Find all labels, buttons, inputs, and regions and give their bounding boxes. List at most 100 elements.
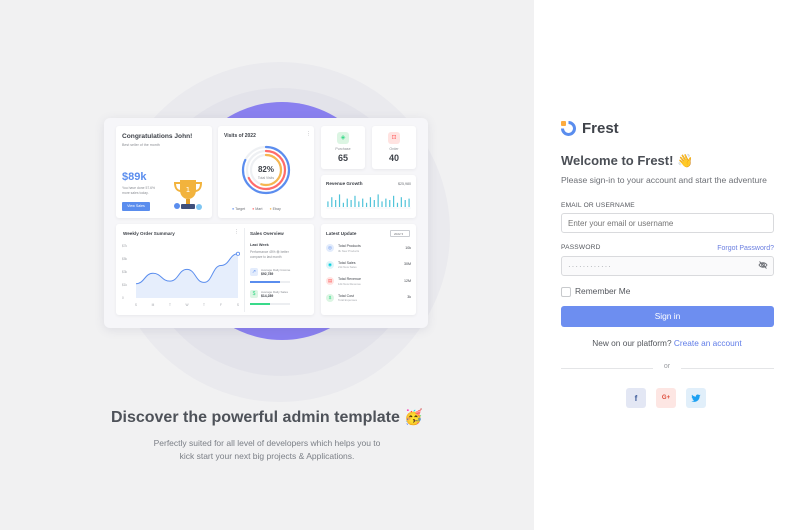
purchase-card: ◈ Purchase 65 <box>321 126 365 169</box>
revenue-value: $25,980 <box>398 182 411 186</box>
sales-week: Last Week <box>250 243 269 247</box>
divider-right <box>681 368 774 369</box>
revenue-bar-chart <box>326 194 411 209</box>
legend-target: ● Target <box>232 207 246 211</box>
visits-legend: ● Target ● Mart ● Ebay <box>232 207 281 211</box>
welcome-title: Welcome to Frest! 👋 <box>561 153 694 168</box>
order-label: Order <box>389 147 399 151</box>
facebook-button[interactable]: f <box>626 388 646 408</box>
welcome-subtitle: Please sign-in to your account and start… <box>561 175 767 185</box>
twitter-button[interactable] <box>686 388 706 408</box>
cart-icon: ⊡ <box>388 132 400 144</box>
remember-label[interactable]: Remember Me <box>575 286 630 296</box>
revenue-bar <box>335 200 337 207</box>
brand[interactable]: Frest <box>561 120 619 137</box>
legend-mart: ● Mart <box>252 207 263 211</box>
revenue-bar <box>393 195 395 207</box>
revenue-bar <box>350 200 352 207</box>
congrats-subtitle: Best seller of the month <box>122 143 160 147</box>
latest-item-sub: Total Expenses <box>338 298 357 302</box>
congrats-note-2: more sales today. <box>122 191 149 195</box>
party-emoji: 🥳 <box>404 409 424 426</box>
weekly-title: Weekly Order Summary <box>123 231 175 236</box>
congrats-note-1: You have done 57.6% <box>122 186 156 190</box>
google-plus-button[interactable]: G+ <box>656 388 676 408</box>
weekly-divider <box>244 228 245 312</box>
revenue-bar <box>408 198 410 207</box>
brand-name: Frest <box>582 120 619 137</box>
weekly-x-label: S <box>135 303 137 307</box>
revenue-bar <box>354 195 356 207</box>
trophy-icon: 1 <box>173 180 203 210</box>
visits-percent-label: Total Visits <box>257 176 275 180</box>
tag-icon: ◈ <box>337 132 349 144</box>
revenue-card: Revenue Growth $25,980 <box>321 175 416 218</box>
sales-item-1-progress <box>250 281 280 283</box>
revenue-bar <box>362 198 364 207</box>
create-account-link[interactable]: Create an account <box>674 338 742 348</box>
weekly-area-chart: $7k $5k $3k $1k 0 S M T W T F S <box>122 244 241 307</box>
dollar-icon: $ <box>250 290 258 298</box>
latest-item-title: Total Products <box>338 244 361 248</box>
visits-more-icon: ⋮ <box>306 131 311 137</box>
visits-title: Visits of 2022 <box>224 133 256 139</box>
password-field[interactable]: ············ <box>561 256 774 276</box>
weekly-more-icon: ⋮ <box>234 229 239 235</box>
weekly-area <box>136 253 238 298</box>
latest-item-icon: $ <box>326 293 334 302</box>
purchase-label: Purchase <box>335 147 351 151</box>
revenue-bar <box>373 200 375 207</box>
sales-item-1-value: $92,789 <box>261 272 274 276</box>
sign-in-button[interactable]: Sign in <box>561 306 774 327</box>
trending-icon: ↗ <box>250 268 258 276</box>
visits-percent: 82% <box>257 165 274 174</box>
weekly-order-card: Weekly Order Summary ⋮ $7k $5k $3k $1k 0 S M T W… <box>116 224 314 315</box>
email-label: EMAIL OR USERNAME <box>561 202 635 209</box>
legend-ebay: ● Ebay <box>269 207 281 211</box>
visits-card: Visits of 2022 ⋮ 82% Total Visits ● Targ… <box>218 126 314 218</box>
latest-item-sub: 12k New Revenue <box>338 281 361 286</box>
latest-item-value: 12M <box>404 278 411 283</box>
revenue-bar <box>404 200 406 207</box>
purchase-value: 65 <box>337 153 348 163</box>
latest-item-sub: 21k New Sales <box>338 265 357 269</box>
weekly-y-label: $1k <box>122 283 128 287</box>
eye-off-icon[interactable] <box>758 260 768 270</box>
latest-item-icon: ◉ <box>326 260 334 269</box>
weekly-x-label: M <box>152 303 155 307</box>
signup-prompt: New on our platform? Create an account <box>534 338 800 348</box>
svg-text:1: 1 <box>186 186 190 194</box>
sales-item-2-value: $14,289 <box>261 294 274 298</box>
congrats-amount: $89k <box>122 171 147 183</box>
forgot-password-link[interactable]: Forgot Password? <box>717 245 774 252</box>
revenue-bar <box>377 194 379 207</box>
sales-title: Sales Overview <box>250 231 284 236</box>
facebook-icon: f <box>634 393 638 403</box>
latest-item-title: Total Revenue <box>338 277 361 281</box>
illustration-panel: Congratulations John! Best seller of the… <box>0 0 534 530</box>
password-label: PASSWORD <box>561 244 601 251</box>
weekly-x-label: T <box>169 303 171 307</box>
email-field[interactable] <box>561 213 774 233</box>
google-plus-icon: G+ <box>661 395 671 401</box>
revenue-bar <box>331 197 333 207</box>
remember-checkbox[interactable] <box>561 287 571 297</box>
latest-update-card: Latest Update 2022 ▾ ◎ Total Products 3k N… <box>321 224 416 315</box>
latest-item-icon: ▤ <box>326 277 334 285</box>
illustration-title: Discover the powerful admin template 🥳 <box>110 409 424 426</box>
revenue-bar <box>385 198 387 207</box>
latest-item-value: 30M <box>404 262 411 266</box>
congrats-card: Congratulations John! Best seller of the… <box>116 126 212 218</box>
revenue-bar <box>381 201 383 207</box>
revenue-bar <box>396 202 399 207</box>
revenue-bar <box>400 197 402 207</box>
congrats-title: Congratulations John! <box>122 133 193 140</box>
sales-item-1-track <box>250 281 290 283</box>
sales-line-1: Performance 45% 😎 better <box>250 250 289 254</box>
revenue-bar <box>338 194 341 207</box>
order-card: ⊡ Order 40 <box>372 126 416 169</box>
latest-year-select: 2022 ▾ <box>390 230 410 237</box>
view-sales-button: View Sales <box>122 202 150 211</box>
weekly-y-label: $7k <box>122 244 128 248</box>
revenue-bar <box>365 202 368 207</box>
